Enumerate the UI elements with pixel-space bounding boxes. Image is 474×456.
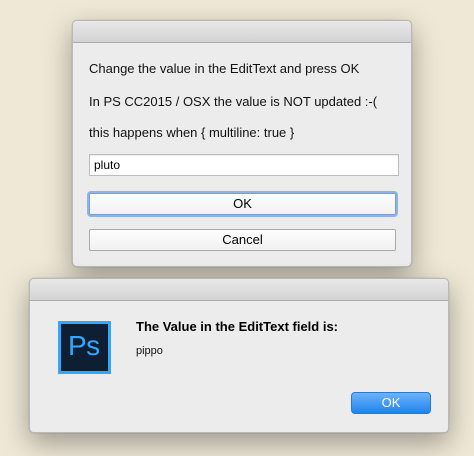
edit-text-dialog: Change the value in the EditText and pre… (72, 20, 412, 267)
alert-dialog: Ps The Value in the EditText field is: p… (29, 278, 449, 433)
alert-heading: The Value in the EditText field is: (136, 319, 339, 334)
alert-value: pippo (136, 345, 163, 357)
edit-text-field[interactable] (89, 154, 399, 176)
multiline-note-text: this happens when { multiline: true } (89, 125, 295, 140)
dialog-titlebar[interactable] (73, 21, 411, 43)
instruction-text: Change the value in the EditText and pre… (89, 61, 360, 76)
bug-note-text: In PS CC2015 / OSX the value is NOT upda… (89, 94, 378, 109)
photoshop-icon-text: Ps (68, 330, 100, 361)
cancel-button[interactable]: Cancel (89, 229, 396, 251)
alert-ok-button[interactable]: OK (351, 392, 431, 414)
alert-titlebar[interactable] (30, 279, 448, 301)
photoshop-icon: Ps (58, 321, 111, 374)
ok-button[interactable]: OK (89, 193, 396, 215)
